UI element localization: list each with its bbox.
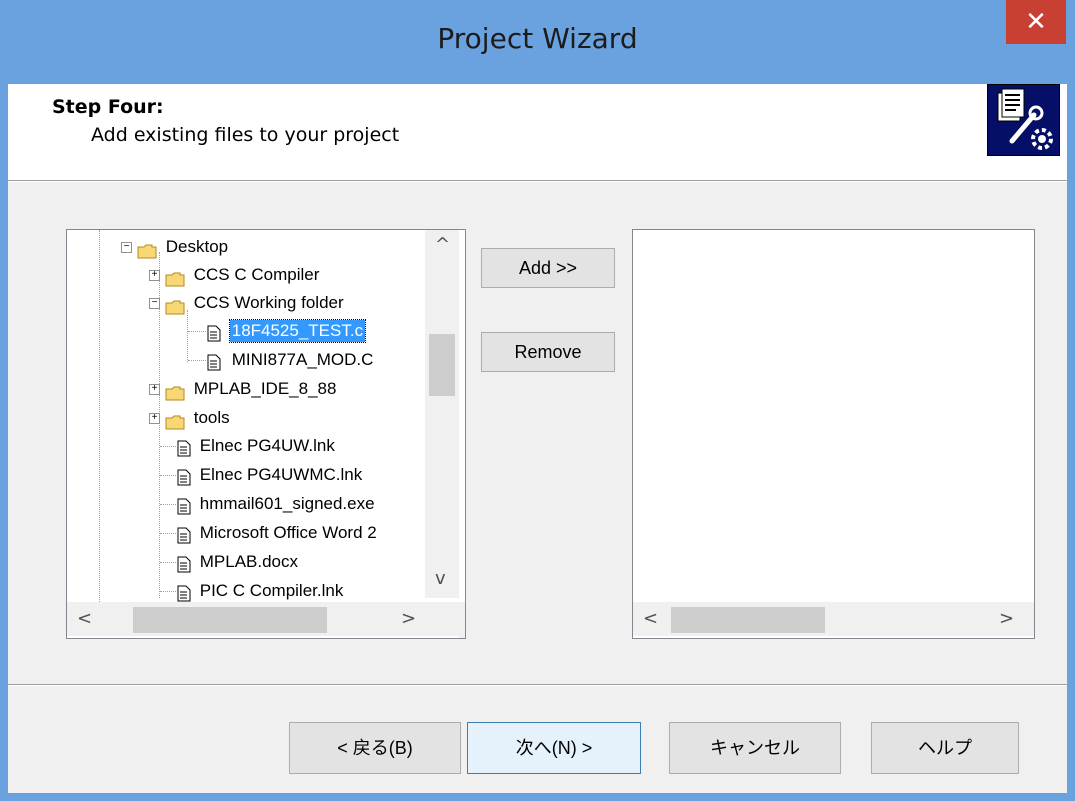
help-button[interactable]: ヘルプ [871,722,1019,774]
tree-item-label: tools [193,408,230,427]
expand-icon[interactable]: + [149,413,160,424]
tree-item-pic-c-compiler[interactable]: PIC C Compiler.lnk [177,577,343,605]
tree-item-label: MPLAB.docx [199,552,298,571]
tree-line [188,360,206,361]
file-icon [177,467,191,486]
back-button[interactable]: < 戻る(B) [289,722,461,774]
folder-icon [165,296,185,315]
tree-line [160,504,176,505]
tree-vertical-scrollbar[interactable]: ^ v [425,230,459,598]
tree-item-ms-office-word[interactable]: Microsoft Office Word 2 [177,519,377,547]
tree-line [187,310,188,362]
tree-item-label: Microsoft Office Word 2 [199,523,377,542]
tree-item-label: MPLAB_IDE_8_88 [193,379,337,398]
wizard-tools-icon [987,84,1060,156]
tree-item-label: hmmail601_signed.exe [199,494,375,513]
tree-line [160,446,176,447]
folder-icon [165,411,185,430]
tree-item-label: Elnec PG4UW.lnk [199,436,335,455]
file-tree[interactable]: − Desktop + CCS C Compiler − CCS Working… [66,229,466,639]
list-horizontal-scrollbar[interactable]: < > [633,602,1034,636]
scroll-left-icon[interactable]: < [77,608,92,629]
tree-item-label: MINI877A_MOD.C [231,350,374,369]
scrollbar-corner [459,602,465,638]
tree-item-elnec-pg4uw[interactable]: Elnec PG4UW.lnk [177,432,335,460]
folder-icon [165,268,185,287]
tree-item-label: CCS Working folder [193,293,344,312]
scroll-up-icon[interactable]: ^ [435,234,450,255]
scroll-down-icon[interactable]: v [435,568,446,589]
tree-item-mini877a-mod[interactable]: MINI877A_MOD.C [207,346,373,374]
tree-item-label: 18F4525_TEST.c [228,319,367,343]
remove-button[interactable]: Remove [481,332,615,372]
tree-item-desktop[interactable]: − Desktop [121,233,228,261]
tree-line [160,562,176,563]
scroll-right-icon[interactable]: > [401,608,416,629]
file-icon [177,554,191,573]
tree-item-18f4525-test[interactable]: 18F4525_TEST.c [207,317,367,345]
project-wizard-window: Project Wizard ✕ Step Four: Add existing… [0,0,1075,801]
tree-item-ccs-c-compiler[interactable]: + CCS C Compiler [149,261,319,289]
file-icon [177,525,191,544]
tree-item-label: CCS C Compiler [193,265,320,284]
next-button[interactable]: 次へ(N) > [467,722,641,774]
tree-line [160,475,176,476]
folder-icon [165,382,185,401]
tree-vertical-scroll-thumb[interactable] [429,334,455,396]
footer-divider-highlight [8,685,1067,686]
tree-item-mplab-ide[interactable]: + MPLAB_IDE_8_88 [149,375,336,403]
title-bar[interactable]: Project Wizard ✕ [0,0,1075,84]
file-icon [177,438,191,457]
step-subtitle: Add existing files to your project [91,124,400,146]
step-title: Step Four: [52,96,164,118]
scroll-right-icon[interactable]: > [999,608,1014,629]
expand-icon[interactable]: + [149,384,160,395]
folder-icon [137,240,157,259]
header-divider-highlight [8,181,1067,182]
tree-line [99,230,100,602]
tree-line [160,591,176,592]
file-icon [207,323,221,342]
close-button[interactable]: ✕ [1006,0,1066,44]
collapse-icon[interactable]: − [149,298,160,309]
tree-item-label: PIC C Compiler.lnk [199,581,344,600]
wizard-client-area: Step Four: Add existing files to your pr… [8,84,1067,793]
tree-horizontal-scroll-thumb[interactable] [133,607,327,633]
file-icon [207,352,221,371]
tree-item-elnec-pg4uwmc[interactable]: Elnec PG4UWMC.lnk [177,461,362,489]
tree-item-hmmail[interactable]: hmmail601_signed.exe [177,490,375,518]
collapse-icon[interactable]: − [121,242,132,253]
tree-item-ccs-working-folder[interactable]: − CCS Working folder [149,289,344,317]
scroll-left-icon[interactable]: < [643,608,658,629]
project-files-list[interactable]: < > [632,229,1035,639]
tree-item-label: Elnec PG4UWMC.lnk [199,465,363,484]
file-icon [177,583,191,602]
tree-line [160,533,176,534]
cancel-button[interactable]: キャンセル [669,722,841,774]
tree-line [188,331,206,332]
file-icon [177,496,191,515]
wizard-header: Step Four: Add existing files to your pr… [8,84,1067,180]
list-horizontal-scroll-thumb[interactable] [671,607,825,633]
tree-item-mplab-docx[interactable]: MPLAB.docx [177,548,298,576]
add-button[interactable]: Add >> [481,248,615,288]
tree-horizontal-scrollbar[interactable]: < > [67,602,459,636]
expand-icon[interactable]: + [149,270,160,281]
tree-item-label: Desktop [165,237,229,256]
window-title: Project Wizard [437,22,638,55]
tree-item-tools[interactable]: + tools [149,404,230,432]
